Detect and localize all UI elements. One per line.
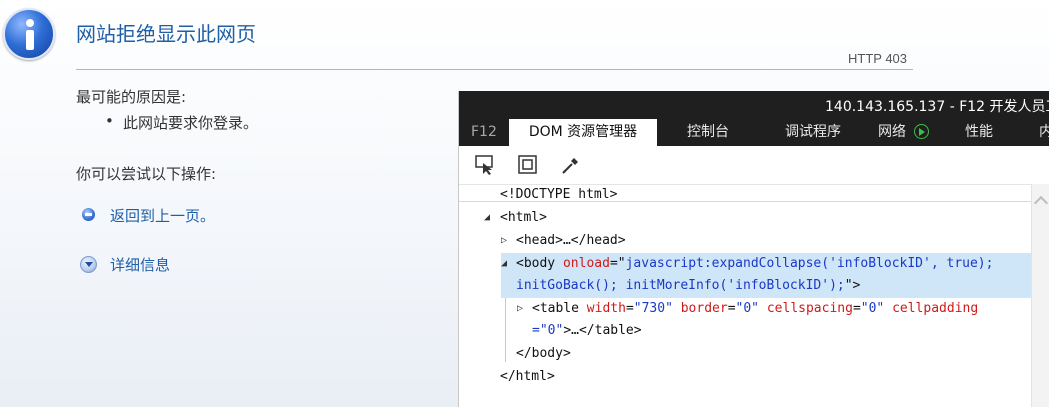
dom-tree-scrollbar[interactable]: [1031, 184, 1049, 407]
color-picker-icon[interactable]: [560, 154, 582, 176]
back-bullet-icon: [82, 208, 95, 221]
dom-explorer-toolbar: [459, 146, 1049, 185]
table-tag-line1: <table width="730" border="0" cellspacin…: [532, 301, 979, 316]
reason-heading: 最可能的原因是:: [76, 88, 187, 106]
dom-node-body-continued[interactable]: initGoBack(); initMoreInfo('infoBlockID'…: [459, 275, 1031, 297]
devtools-window-title: 140.143.165.137 - F12 开发人员工具: [825, 99, 1049, 115]
tab-dom-explorer[interactable]: DOM 资源管理器: [509, 119, 657, 146]
head-collapsed-tag: <head>…</head>: [516, 233, 626, 248]
reason-text: 此网站要求你登录。: [123, 114, 259, 132]
devtools-tab-bar: F12 DOM 资源管理器 控制台 调试程序 网络 性能 内: [459, 119, 1049, 146]
html-close-tag: </html>: [500, 369, 555, 384]
dom-node-head[interactable]: ▷ <head>…</head>: [459, 230, 1031, 252]
page-title: 网站拒绝显示此网页: [76, 22, 256, 46]
body-close-tag: </body>: [516, 346, 571, 361]
dom-node-html-close[interactable]: </html>: [459, 366, 1031, 388]
bullet-icon: •: [105, 112, 114, 130]
tab-memory-truncated[interactable]: 内: [1039, 119, 1049, 146]
highlight-elements-icon[interactable]: [517, 154, 539, 176]
dom-node-table-continued[interactable]: ="0">…</table>: [459, 320, 1031, 342]
body-open-tag-line2: initGoBack(); initMoreInfo('infoBlockID'…: [516, 278, 861, 293]
collapse-triangle-icon[interactable]: ◢: [501, 253, 507, 275]
html-open-tag: <html>: [500, 210, 547, 225]
expand-triangle-icon[interactable]: ▷: [517, 298, 523, 320]
f12-devtools-window: 140.143.165.137 - F12 开发人员工具 F12 DOM 资源管…: [459, 91, 1049, 407]
dom-node-table[interactable]: ▷ <table width="730" border="0" cellspac…: [459, 298, 1031, 320]
scroll-up-chevron-icon[interactable]: [1033, 195, 1049, 211]
expand-chevron-icon[interactable]: [80, 256, 97, 273]
go-back-link-text[interactable]: 返回到上一页。: [110, 205, 215, 226]
dom-tree: <!DOCTYPE html> ◢ <html> ▷ <head>…</head…: [459, 184, 1031, 407]
network-record-icon[interactable]: [914, 124, 929, 139]
more-info-link-text[interactable]: 详细信息: [110, 254, 170, 275]
tab-debugger[interactable]: 调试程序: [785, 119, 841, 146]
devtools-title-bar[interactable]: 140.143.165.137 - F12 开发人员工具: [459, 91, 1049, 119]
info-icon: [3, 8, 55, 60]
expand-triangle-icon[interactable]: ▷: [501, 230, 507, 252]
table-tag-line2: ="0">…</table>: [532, 323, 642, 338]
dom-node-body-close[interactable]: </body>: [459, 343, 1031, 365]
try-heading: 你可以尝试以下操作:: [76, 165, 217, 183]
doctype-text: <!DOCTYPE html>: [500, 187, 618, 202]
http-status-code: HTTP 403: [848, 51, 908, 66]
collapse-triangle-icon[interactable]: ◢: [484, 207, 490, 229]
tab-f12-menu[interactable]: F12: [471, 119, 497, 146]
dom-node-body[interactable]: ◢ <body onload="javascript:expandCollaps…: [459, 253, 1031, 275]
dom-node-doctype[interactable]: <!DOCTYPE html>: [459, 184, 1031, 206]
dom-node-html[interactable]: ◢ <html>: [459, 207, 1031, 229]
body-open-tag-line1: <body onload="javascript:expandCollapse(…: [516, 256, 994, 271]
title-divider: [76, 69, 913, 70]
tab-performance[interactable]: 性能: [965, 119, 993, 146]
tab-console[interactable]: 控制台: [687, 119, 729, 146]
select-element-icon[interactable]: [474, 154, 496, 176]
tab-network[interactable]: 网络: [878, 119, 906, 146]
